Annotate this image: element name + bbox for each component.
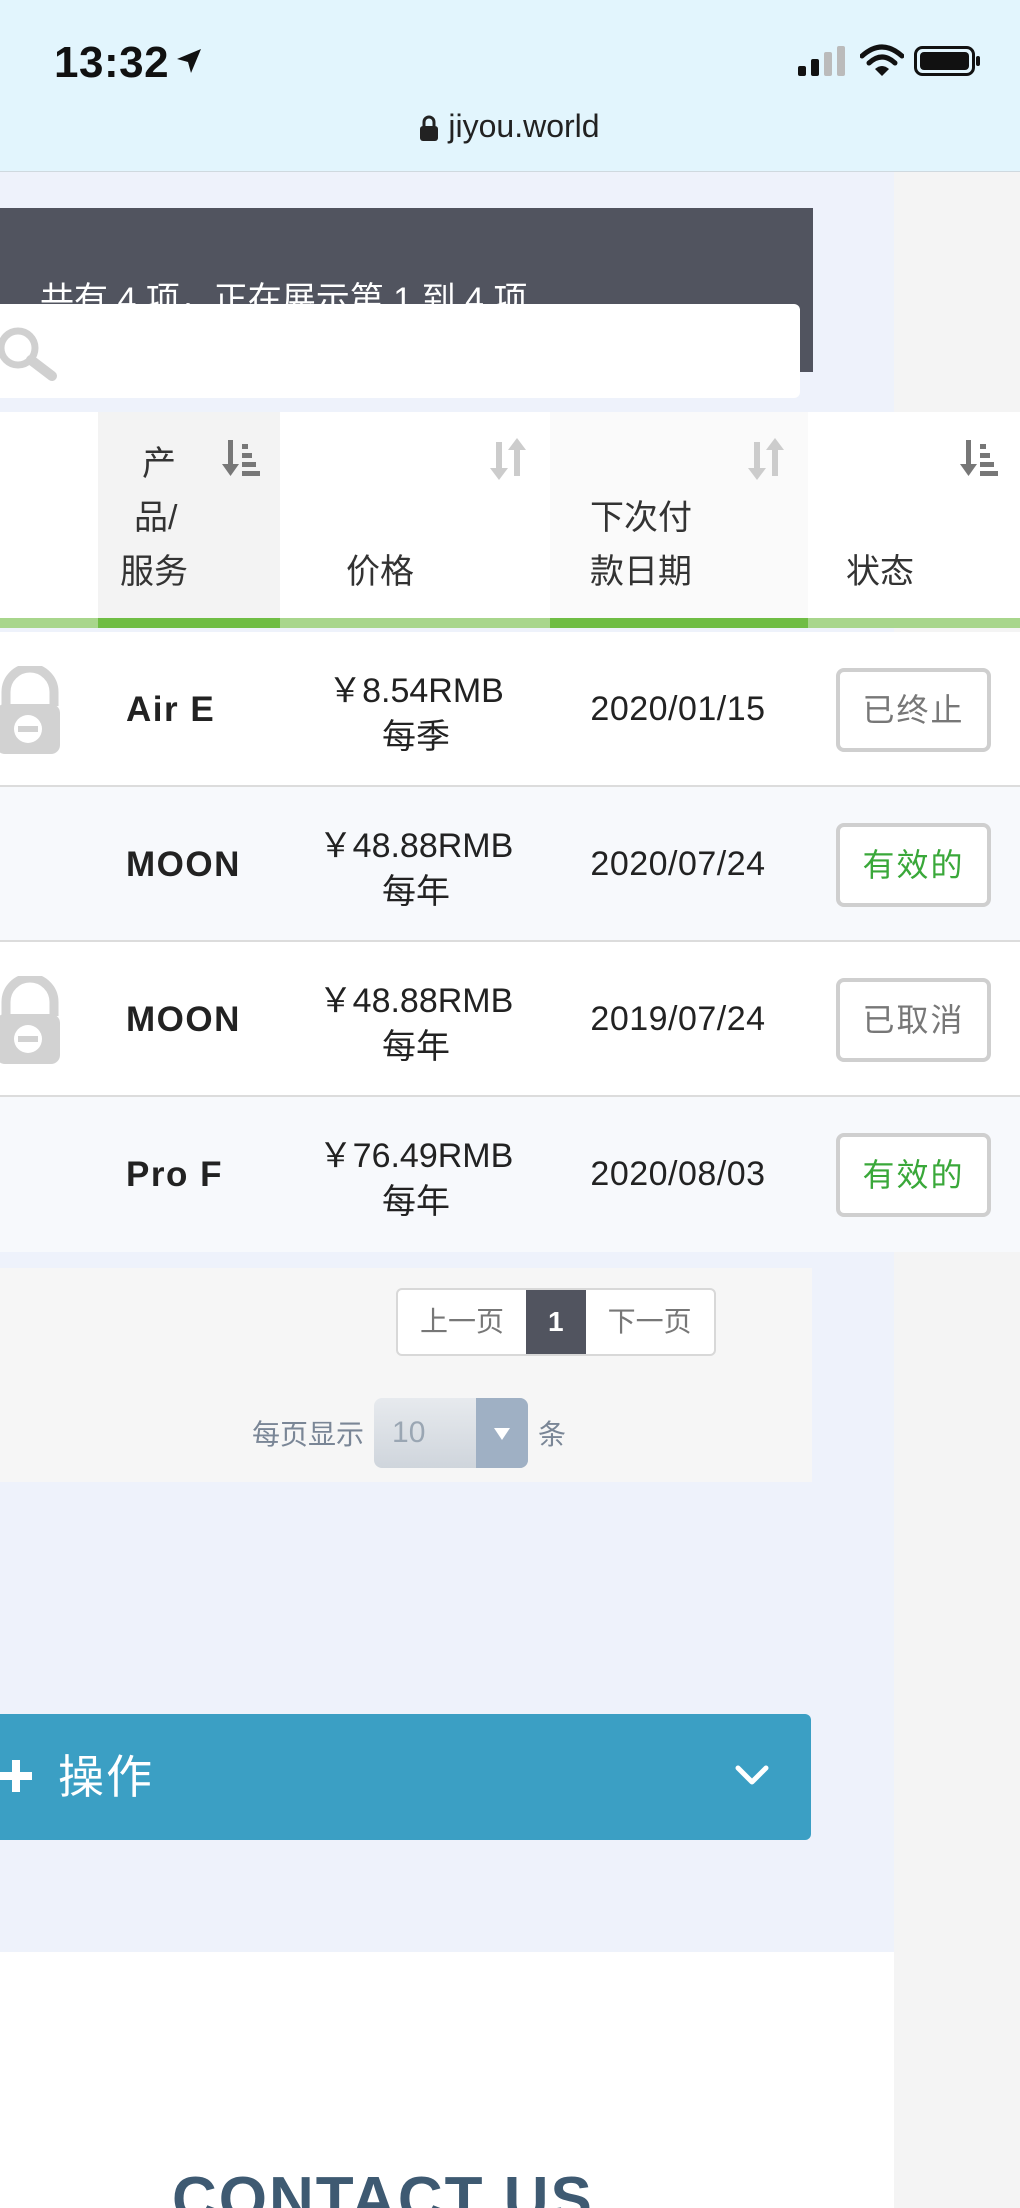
status-badge: 有效的 (836, 1133, 991, 1217)
contact-heading: CONTACT US (172, 2165, 594, 2208)
product-header-line2: 品/ (134, 499, 178, 537)
price-cell: ￥48.88RMB 每年 (292, 978, 540, 1070)
pagination: 上一页 1 下一页 (396, 1288, 716, 1356)
pagination-area: 上一页 1 下一页 每页显示 10 条 (0, 1268, 812, 1482)
product-name[interactable]: Pro F (126, 1097, 223, 1252)
sort-icon (960, 440, 998, 476)
locked-product-icon (0, 666, 60, 754)
next-due-date: 2019/07/24 (590, 1000, 766, 1038)
billing-cycle: 每年 (382, 873, 450, 911)
status-header: 状态 (846, 553, 914, 591)
next-due-date: 2020/08/03 (590, 1155, 766, 1193)
triangle-down-icon (494, 1428, 511, 1440)
column-header-price[interactable]: 价格 (280, 412, 550, 628)
price-cell: ￥48.88RMB 每年 (292, 823, 540, 915)
product-header-line3: 服务 (120, 553, 188, 591)
price-amount: ￥48.88RMB (318, 982, 514, 1020)
product-name[interactable]: MOON (126, 942, 241, 1097)
next-due-header-line2: 款日期 (590, 553, 692, 591)
status-badge: 已终止 (836, 668, 991, 752)
footer: CONTACT US (0, 1952, 894, 2208)
sort-icon (222, 440, 260, 476)
column-header-product[interactable]: 产 品/ 服务 (98, 412, 280, 628)
sort-icon (490, 438, 526, 480)
billing-cycle: 每季 (382, 718, 450, 756)
sort-bar (98, 618, 280, 628)
address-bar[interactable]: jiyou.world (0, 108, 1020, 145)
dropdown-caret (476, 1398, 529, 1468)
actions-label: 操作 (58, 1751, 154, 1803)
table-row[interactable]: Air E ￥8.54RMB 每季 2020/01/15 已终止 (0, 632, 1020, 787)
billing-cycle: 每年 (382, 1028, 450, 1066)
clock: 13:32 (54, 38, 170, 87)
table-header: 产 品/ 服务 价格 下次付 款日期 状态 (0, 412, 1020, 628)
sort-bar (280, 618, 550, 628)
lock-icon (420, 115, 439, 141)
price-amount: ￥76.49RMB (318, 1137, 514, 1175)
url-text: jiyou.world (448, 108, 600, 144)
current-page-button[interactable]: 1 (526, 1290, 586, 1354)
table-row[interactable]: MOON ￥48.88RMB 每年 2019/07/24 已取消 (0, 942, 1020, 1097)
plus-icon (0, 1760, 32, 1792)
per-page-prefix: 每页显示 (252, 1419, 365, 1450)
table-row[interactable]: Pro F ￥76.49RMB 每年 2020/08/03 有效的 (0, 1097, 1020, 1252)
table-row[interactable]: MOON ￥48.88RMB 每年 2020/07/24 有效的 (0, 787, 1020, 942)
price-header: 价格 (346, 553, 414, 591)
table-search-input[interactable] (0, 304, 800, 398)
sort-bar (808, 618, 1020, 628)
next-due-date: 2020/01/15 (590, 690, 766, 728)
price-cell: ￥76.49RMB 每年 (292, 1133, 540, 1225)
per-page-control: 每页显示 10 条 (252, 1398, 566, 1468)
per-page-select[interactable]: 10 (374, 1398, 529, 1468)
price-amount: ￥8.54RMB (328, 672, 504, 710)
billing-cycle: 每年 (382, 1183, 450, 1221)
column-header-icon (0, 412, 98, 628)
per-page-value: 10 (392, 1416, 426, 1449)
price-amount: ￥48.88RMB (318, 827, 514, 865)
status-badge: 有效的 (836, 823, 991, 907)
location-arrow-icon (177, 49, 201, 73)
sort-icon (748, 438, 784, 480)
sort-bar (550, 618, 808, 628)
next-due-date: 2020/07/24 (590, 845, 766, 883)
product-name[interactable]: MOON (126, 787, 241, 942)
per-page-suffix: 条 (538, 1419, 567, 1450)
browser-status-bar: 13:32 jiyou.world (0, 0, 1020, 172)
chevron-down-icon (735, 1765, 769, 1785)
product-header-line1: 产 (142, 445, 176, 483)
next-due-header-line1: 下次付 (590, 499, 692, 537)
status-badge: 已取消 (836, 978, 991, 1062)
sort-bar (0, 618, 98, 628)
next-page-button[interactable]: 下一页 (586, 1290, 714, 1354)
search-icon (0, 327, 57, 381)
locked-product-icon (0, 976, 60, 1064)
wifi-icon (860, 44, 904, 76)
product-name[interactable]: Air E (126, 632, 215, 787)
actions-toggle[interactable]: 操作 (0, 1714, 811, 1840)
battery-icon (914, 46, 980, 76)
prev-page-button[interactable]: 上一页 (398, 1290, 526, 1354)
signal-icon (798, 46, 845, 76)
column-header-status[interactable]: 状态 (808, 412, 1020, 628)
price-cell: ￥8.54RMB 每季 (292, 668, 540, 760)
column-header-next-due[interactable]: 下次付 款日期 (550, 412, 808, 628)
